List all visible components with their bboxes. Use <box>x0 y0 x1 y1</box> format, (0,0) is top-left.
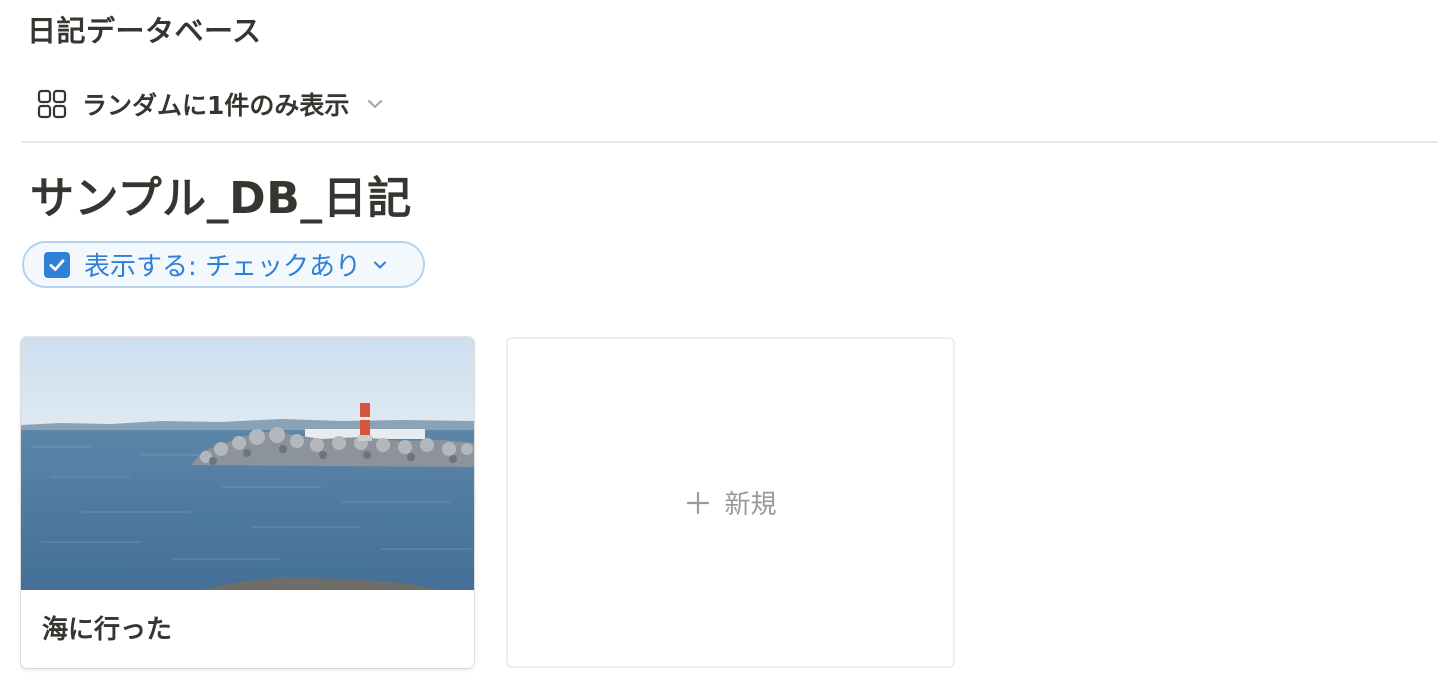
header-divider <box>22 141 1438 143</box>
new-card-button[interactable]: 新規 <box>506 337 955 668</box>
gallery-card[interactable]: 海に行った <box>21 337 474 668</box>
chevron-down-icon <box>365 94 385 114</box>
view-name-label: ランダムに1件のみ表示 <box>82 91 350 120</box>
checkbox-checked-icon <box>44 251 70 278</box>
view-switcher[interactable]: ランダムに1件のみ表示 <box>36 84 385 124</box>
chevron-down-icon <box>371 256 389 274</box>
filter-chip[interactable]: 表示する: チェックあり <box>22 241 425 288</box>
filter-label: 表示する: チェックあり <box>84 252 362 282</box>
plus-icon <box>684 489 712 517</box>
database-title: サンプル_DB_日記 <box>30 173 412 224</box>
gallery-grid-icon <box>36 88 68 120</box>
new-card-label: 新規 <box>724 490 777 520</box>
database-header-title: 日記データベース <box>27 14 262 48</box>
card-title: 海に行った <box>42 615 173 645</box>
card-cover-image <box>21 337 474 590</box>
